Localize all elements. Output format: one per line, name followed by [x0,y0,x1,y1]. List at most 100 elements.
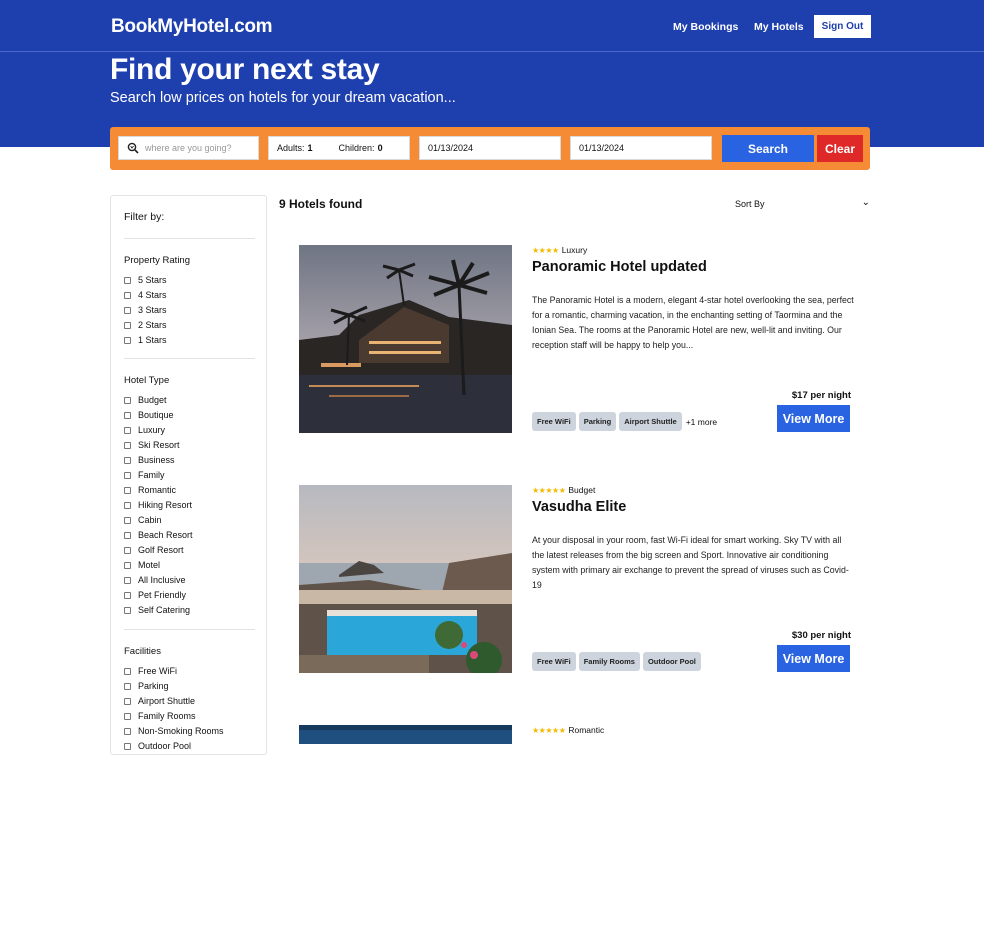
facility-option[interactable]: Outdoor Pool [124,740,191,752]
rating-option[interactable]: 3 Stars [124,304,167,316]
type-option[interactable]: Pet Friendly [124,589,186,601]
hotel-name: Vasudha Elite [532,499,627,515]
search-button[interactable]: Search [722,135,814,162]
type-label: Pet Friendly [138,590,187,600]
adults-value[interactable]: 1 [308,143,313,153]
checkbox[interactable] [124,291,131,299]
destination-input[interactable]: where are you going? [118,136,259,160]
type-option[interactable]: Golf Resort [124,544,184,556]
checkbox[interactable] [124,486,131,494]
type-option[interactable]: Motel [124,559,160,571]
rating-label: 4 Stars [138,290,167,300]
sort-label: Sort By [735,199,765,209]
type-option[interactable]: Boutique [124,409,174,421]
facility-tag: Outdoor Pool [642,652,701,671]
nav-my-bookings[interactable]: My Bookings [673,21,738,33]
checkbox[interactable] [124,606,131,614]
type-option[interactable]: Romantic [124,484,176,496]
view-more-button[interactable]: View More [777,405,850,432]
checkbox[interactable] [124,576,131,584]
checkbox[interactable] [124,471,131,479]
hotel-price: $30 per night [791,630,851,641]
facility-option[interactable]: Non-Smoking Rooms [124,725,224,737]
checkbox[interactable] [124,682,131,690]
checkbox[interactable] [124,501,131,509]
type-option[interactable]: Self Catering [124,604,190,616]
type-option[interactable]: Budget [124,394,167,406]
nav-my-hotels[interactable]: My Hotels [754,21,804,33]
facility-option[interactable]: Family Rooms [124,710,196,722]
facility-label: Family Rooms [138,711,196,721]
check-in-date-input[interactable]: 01/13/2024 [419,136,561,160]
hotel-name: Panoramic Hotel updated [532,259,707,275]
sort-select[interactable]: Sort By ⌄ [735,197,870,213]
hotel-type: Budget [568,485,596,495]
clear-button[interactable]: Clear [817,135,863,162]
checkbox[interactable] [124,667,131,675]
type-option[interactable]: Beach Resort [124,529,193,541]
type-option[interactable]: Cabin [124,514,162,526]
type-label: Self Catering [138,605,191,615]
checkbox[interactable] [124,531,131,539]
rating-option[interactable]: 1 Stars [124,334,167,346]
top-navbar: BookMyHotel.com My Bookings My Hotels Si… [0,0,984,52]
type-option[interactable]: Hiking Resort [124,499,192,511]
checkbox[interactable] [124,546,131,554]
type-option[interactable]: Business [124,454,175,466]
checkbox[interactable] [124,441,131,449]
hotel-image[interactable] [299,245,512,433]
type-option[interactable]: Luxury [124,424,165,436]
rating-label: 3 Stars [138,305,167,315]
checkbox[interactable] [124,727,131,735]
type-option[interactable]: Ski Resort [124,439,180,451]
facility-option[interactable]: Airport Shuttle [124,695,195,707]
view-more-button[interactable]: View More [777,645,850,672]
checkbox[interactable] [124,697,131,705]
chevron-down-icon: ⌄ [861,197,870,208]
filter-heading: Filter by: [124,211,165,223]
rating-option[interactable]: 4 Stars [124,289,167,301]
site-logo[interactable]: BookMyHotel.com [111,16,273,38]
checkbox[interactable] [124,336,131,344]
hotel-image[interactable] [299,485,512,673]
type-option[interactable]: All Inclusive [124,574,186,586]
hotel-image[interactable] [299,725,512,744]
facility-label: Parking [138,681,169,691]
type-label: Business [138,455,175,465]
rating-option[interactable]: 5 Stars [124,274,167,286]
guests-field[interactable]: Adults: 1 Children: 0 [268,136,410,160]
star-rating-icon: ★★★★ [532,245,559,255]
destination-placeholder: where are you going? [145,143,232,153]
hotel-card: ★★★★★ Budget Vasudha Elite At your dispo… [299,485,859,685]
facility-label: Free WiFi [138,666,177,676]
checkbox[interactable] [124,456,131,464]
hotel-stars: ★★★★ Luxury [532,245,587,255]
rating-option[interactable]: 2 Stars [124,319,167,331]
more-facilities: +1 more [685,416,718,427]
sign-out-button[interactable]: Sign Out [814,15,871,38]
rating-label: 2 Stars [138,320,167,330]
check-out-date-input[interactable]: 01/13/2024 [570,136,712,160]
checkbox[interactable] [124,591,131,599]
checkbox[interactable] [124,396,131,404]
type-label: All Inclusive [138,575,186,585]
checkbox[interactable] [124,516,131,524]
checkbox[interactable] [124,426,131,434]
divider [124,358,255,359]
facility-tags: Free WiFi Parking Airport Shuttle +1 mor… [532,412,717,431]
children-value[interactable]: 0 [378,143,383,153]
checkbox[interactable] [124,712,131,720]
checkbox[interactable] [124,411,131,419]
checkbox[interactable] [124,561,131,569]
facility-label: Outdoor Pool [138,741,192,751]
facility-tags: Free WiFi Family Rooms Outdoor Pool [532,652,704,671]
facility-option[interactable]: Free WiFi [124,665,177,677]
checkbox[interactable] [124,321,131,329]
facility-tag: Parking [578,412,617,431]
type-option[interactable]: Family [124,469,165,481]
facilities-title: Facilities [124,646,161,657]
facility-option[interactable]: Parking [124,680,169,692]
checkbox[interactable] [124,306,131,314]
checkbox[interactable] [124,276,131,284]
children-label: Children: [338,143,375,153]
